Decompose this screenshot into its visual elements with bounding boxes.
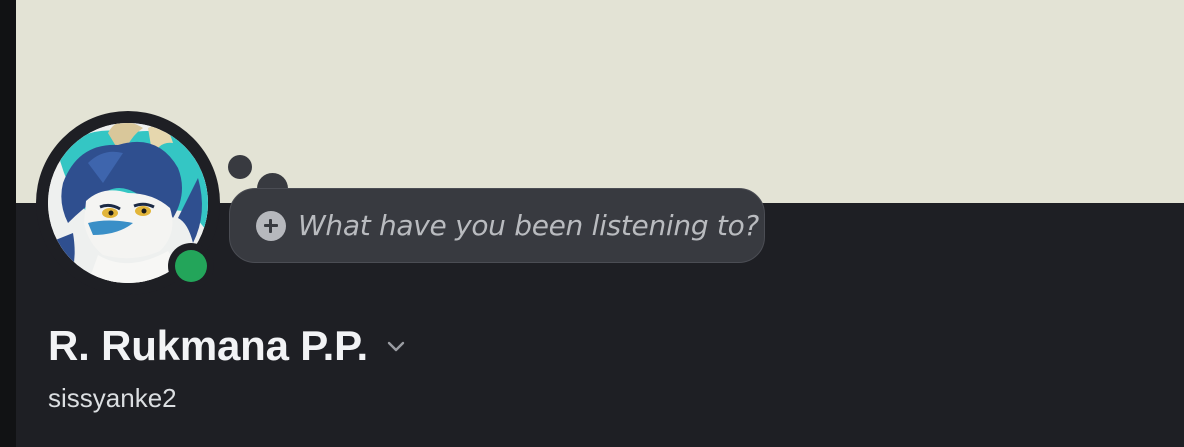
chevron-down-icon[interactable] (384, 334, 408, 358)
display-name: R. Rukmana P.P. (48, 322, 368, 369)
left-edge-strip (0, 0, 16, 447)
custom-status-placeholder: What have you been listening to? (298, 209, 759, 242)
custom-status-bubble[interactable]: What have you been listening to? (229, 188, 765, 263)
username: sissyanke2 (48, 383, 177, 413)
online-status-icon (175, 250, 207, 282)
display-name-row[interactable]: R. Rukmana P.P. (48, 318, 408, 374)
thought-bubble-dot-small (228, 155, 252, 179)
plus-circle-icon[interactable] (256, 210, 286, 241)
